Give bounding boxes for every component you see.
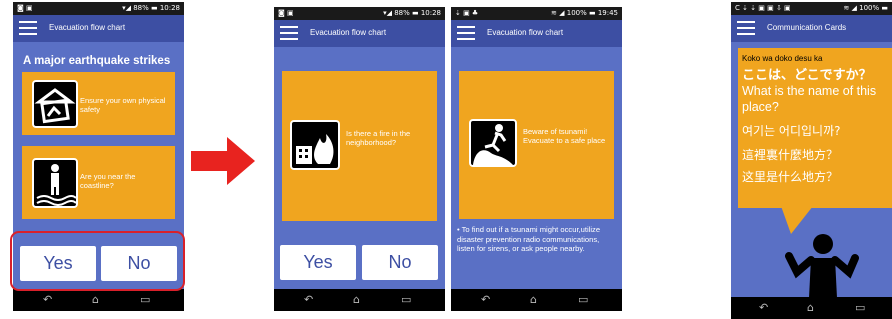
no-button[interactable]: No (362, 245, 438, 280)
app-bar: Evacuation flow chart (13, 15, 184, 42)
flow-card-coastline: Are you near the coastline? (22, 146, 175, 219)
flow-card-safety: Ensure your own physical safety (22, 72, 175, 135)
recent-apps-icon[interactable]: ▭ (855, 301, 865, 314)
flow-card-fire: Is there a fire in the neighborhood? (282, 71, 437, 221)
status-icons-right: ≋ ◢ 100% ▬ (843, 4, 888, 12)
chinese-traditional-text: 這裡裏什麼地方？ (742, 148, 839, 162)
flow-arrow (191, 137, 255, 185)
hamburger-menu-icon[interactable] (19, 21, 37, 35)
content-area: Is there a fire in the neighborhood? Yes… (274, 47, 445, 289)
romaji-text: Koko wa doko desu ka (742, 54, 823, 63)
korean-text: 여기는 어디입니까? (742, 124, 841, 138)
status-icons-right: ≋ ◢ 100% ▬ 19:45 (551, 9, 618, 17)
person-shrugging-icon (785, 234, 859, 298)
nav-bar: ↶ ⌂ ▭ (274, 289, 445, 311)
card-text-coastline: Are you near the coastline? (80, 172, 136, 190)
app-bar: Evacuation flow chart (451, 20, 622, 47)
person-at-coast-icon (32, 158, 78, 208)
content-area: Koko wa doko desu ka ここは、どこですか？ What is … (731, 42, 892, 298)
hamburger-menu-icon[interactable] (737, 21, 755, 35)
back-icon[interactable]: ↶ (481, 293, 490, 306)
recent-apps-icon[interactable]: ▭ (140, 293, 150, 306)
building-fire-icon (290, 120, 340, 170)
status-bar: ◙ ▣ ▾◢ 88% ▬ 10:28 (274, 7, 445, 20)
status-icons-right: ▾◢ 88% ▬ 10:28 (122, 4, 180, 12)
status-icons-right: ▾◢ 88% ▬ 10:28 (383, 9, 441, 17)
tsunami-info-note: • To find out if a tsunami might occur,u… (457, 225, 601, 253)
nav-bar: ↶ ⌂ ▭ (731, 297, 892, 319)
home-icon[interactable]: ⌂ (530, 293, 537, 306)
card-text-tsunami: Beware of tsunami! Evacuate to a safe pl… (523, 127, 606, 145)
home-icon[interactable]: ⌂ (92, 293, 99, 306)
app-title: Evacuation flow chart (49, 23, 126, 32)
content-area: Beware of tsunami! Evacuate to a safe pl… (451, 47, 622, 289)
home-icon[interactable]: ⌂ (807, 301, 814, 314)
recent-apps-icon[interactable]: ▭ (401, 293, 411, 306)
back-icon[interactable]: ↶ (43, 293, 52, 306)
phone-screen-4: C ⇣ ⇣ ▣ ▣ ⇩ ▣ ≋ ◢ 100% ▬ Communication C… (731, 2, 892, 319)
japanese-text: ここは、どこですか？ (742, 68, 872, 83)
speech-bubble: Koko wa doko desu ka ここは、どこですか？ What is … (738, 48, 892, 208)
highlight-frame (10, 231, 185, 291)
status-icons-left: C ⇣ ⇣ ▣ ▣ ⇩ ▣ (735, 4, 791, 12)
status-icons-left: ◙ ▣ (17, 4, 33, 12)
back-icon[interactable]: ↶ (304, 293, 313, 306)
flow-card-tsunami: Beware of tsunami! Evacuate to a safe pl… (459, 71, 614, 219)
english-text: What is the name of this place? (742, 84, 877, 114)
app-title: Communication Cards (767, 23, 847, 32)
nav-bar: ↶ ⌂ ▭ (451, 289, 622, 311)
status-icons-left: ⇣ ▣ ♣ (455, 9, 479, 17)
app-title: Evacuation flow chart (487, 28, 564, 37)
status-bar: C ⇣ ⇣ ▣ ▣ ⇩ ▣ ≋ ◢ 100% ▬ (731, 2, 892, 15)
hamburger-menu-icon[interactable] (280, 26, 298, 40)
back-icon[interactable]: ↶ (759, 301, 768, 314)
collapsed-house-icon (32, 80, 78, 128)
status-bar: ⇣ ▣ ♣ ≋ ◢ 100% ▬ 19:45 (451, 7, 622, 20)
hamburger-menu-icon[interactable] (457, 26, 475, 40)
page-heading: A major earthquake strikes (23, 55, 171, 67)
recent-apps-icon[interactable]: ▭ (578, 293, 588, 306)
status-icons-left: ◙ ▣ (278, 9, 294, 17)
nav-bar: ↶ ⌂ ▭ (13, 289, 184, 311)
phone-screen-3: ⇣ ▣ ♣ ≋ ◢ 100% ▬ 19:45 Evacuation flow c… (451, 7, 622, 311)
person-running-from-wave-icon (469, 119, 517, 167)
chinese-simplified-text: 这里是什么地方？ (742, 170, 839, 184)
app-bar: Evacuation flow chart (274, 20, 445, 47)
status-bar: ◙ ▣ ▾◢ 88% ▬ 10:28 (13, 2, 184, 15)
home-icon[interactable]: ⌂ (353, 293, 360, 306)
yes-button[interactable]: Yes (280, 245, 356, 280)
card-text-fire: Is there a fire in the neighborhood? (346, 129, 411, 147)
app-title: Evacuation flow chart (310, 28, 387, 37)
app-bar: Communication Cards (731, 15, 892, 42)
card-text-safety: Ensure your own physical safety (80, 96, 166, 114)
phone-screen-2: ◙ ▣ ▾◢ 88% ▬ 10:28 Evacuation flow chart… (274, 7, 445, 311)
